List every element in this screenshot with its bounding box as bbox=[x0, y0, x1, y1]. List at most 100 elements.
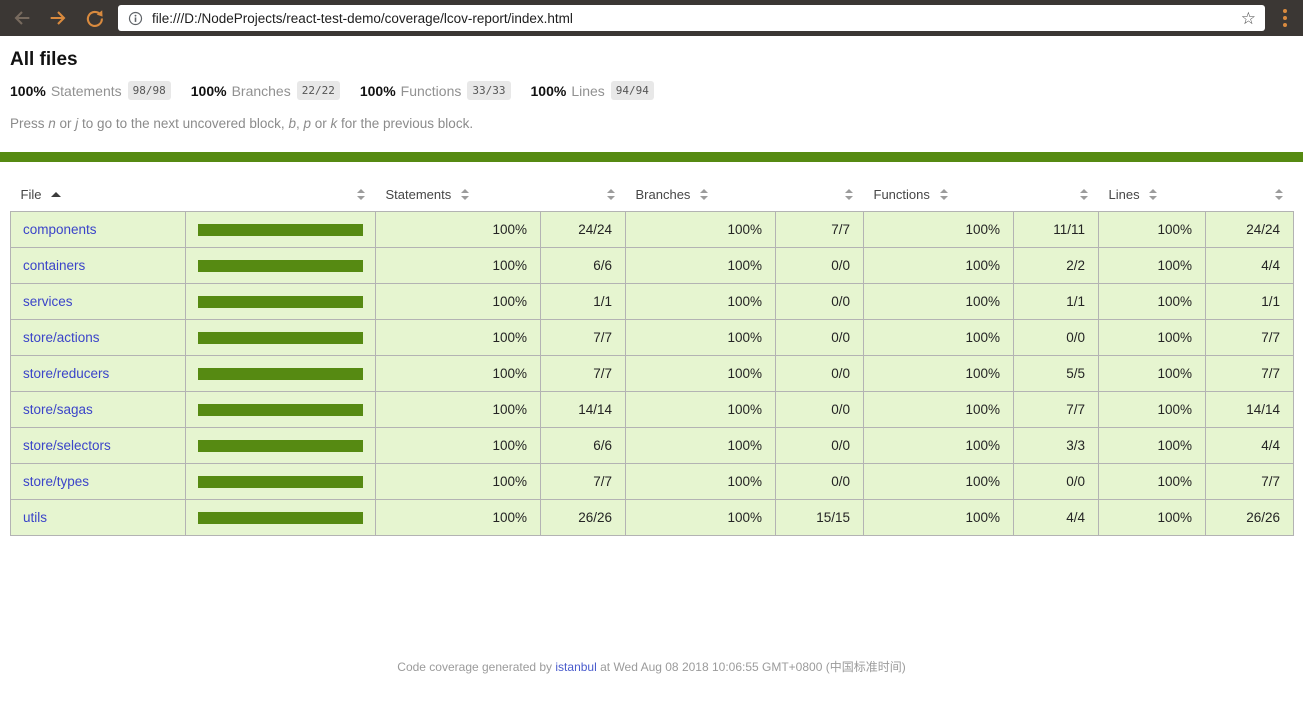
lines-pct: 100% bbox=[530, 82, 567, 99]
sort-icon bbox=[1149, 189, 1158, 200]
coverage-summary: 100% Statements 98/98 100% Branches 22/2… bbox=[10, 81, 1293, 100]
footer-suffix: at Wed Aug 08 2018 10:06:55 GMT+0800 (中国… bbox=[596, 660, 906, 674]
branches-abs-cell: 7/7 bbox=[775, 211, 864, 248]
header-branches[interactable]: Branches bbox=[625, 178, 776, 212]
coverage-table: File Statements Branches Functions Lines… bbox=[10, 178, 1294, 536]
sort-ascending-icon bbox=[51, 192, 62, 197]
functions-abs-cell: 11/11 bbox=[1013, 211, 1099, 248]
statements-abs-cell: 7/7 bbox=[540, 355, 626, 392]
branches-pct: 100% bbox=[190, 82, 227, 99]
table-row: store/sagas 100% 14/14 100% 0/0 100% 7/7… bbox=[10, 391, 1294, 428]
forward-arrow-icon bbox=[50, 11, 66, 25]
functions-label: Functions bbox=[400, 82, 462, 99]
file-link[interactable]: store/reducers bbox=[23, 366, 109, 381]
browser-menu-icon[interactable] bbox=[1277, 7, 1293, 29]
file-link[interactable]: store/selectors bbox=[23, 438, 111, 453]
functions-abs-cell: 2/2 bbox=[1013, 247, 1099, 284]
functions-pct: 100% bbox=[359, 82, 396, 99]
file-link[interactable]: utils bbox=[23, 510, 47, 525]
functions-pct-cell: 100% bbox=[863, 427, 1014, 464]
lines-abs-cell: 26/26 bbox=[1205, 499, 1294, 536]
branches-abs-cell: 0/0 bbox=[775, 391, 864, 428]
header-branches-abs[interactable] bbox=[775, 178, 864, 212]
statements-pct-cell: 100% bbox=[375, 427, 541, 464]
branches-pct-cell: 100% bbox=[625, 463, 776, 500]
lines-pct-cell: 100% bbox=[1098, 319, 1206, 356]
table-row: services 100% 1/1 100% 0/0 100% 1/1 100%… bbox=[10, 283, 1294, 320]
functions-abs-cell: 0/0 bbox=[1013, 463, 1099, 500]
lines-pct-cell: 100% bbox=[1098, 499, 1206, 536]
sort-icon bbox=[1079, 189, 1089, 200]
table-header-row: File Statements Branches Functions Lines bbox=[10, 178, 1294, 212]
branches-abs-cell: 15/15 bbox=[775, 499, 864, 536]
header-file[interactable]: File bbox=[10, 178, 186, 212]
functions-abs-cell: 0/0 bbox=[1013, 319, 1099, 356]
branches-pct-cell: 100% bbox=[625, 391, 776, 428]
summary-functions: 100% Functions 33/33 bbox=[360, 81, 511, 100]
reload-button[interactable] bbox=[82, 6, 106, 30]
functions-pct-cell: 100% bbox=[863, 355, 1014, 392]
header-lines-abs[interactable] bbox=[1205, 178, 1294, 212]
lines-pct-cell: 100% bbox=[1098, 355, 1206, 392]
table-row: containers 100% 6/6 100% 0/0 100% 2/2 10… bbox=[10, 247, 1294, 284]
header-functions[interactable]: Functions bbox=[863, 178, 1014, 212]
header-functions-abs[interactable] bbox=[1013, 178, 1099, 212]
lines-fraction: 94/94 bbox=[610, 81, 654, 100]
sort-icon bbox=[460, 189, 470, 200]
lines-abs-cell: 1/1 bbox=[1205, 283, 1294, 320]
sort-icon bbox=[700, 189, 709, 200]
file-link[interactable]: store/actions bbox=[23, 330, 100, 345]
address-bar[interactable]: file:///D:/NodeProjects/react-test-demo/… bbox=[118, 5, 1265, 31]
statements-abs-cell: 24/24 bbox=[540, 211, 626, 248]
lines-abs-cell: 24/24 bbox=[1205, 211, 1294, 248]
functions-abs-cell: 4/4 bbox=[1013, 499, 1099, 536]
coverage-bar bbox=[198, 259, 363, 272]
table-row: store/selectors 100% 6/6 100% 0/0 100% 3… bbox=[10, 427, 1294, 464]
forward-button[interactable] bbox=[46, 6, 70, 30]
statements-label: Statements bbox=[50, 82, 122, 99]
statements-abs-cell: 6/6 bbox=[540, 247, 626, 284]
branches-pct-cell: 100% bbox=[625, 355, 776, 392]
header-file-bar[interactable] bbox=[185, 178, 376, 212]
functions-fraction: 33/33 bbox=[467, 81, 511, 100]
header-statements[interactable]: Statements bbox=[375, 178, 541, 212]
file-link[interactable]: components bbox=[23, 222, 97, 237]
page-info-icon[interactable] bbox=[127, 10, 144, 27]
statements-abs-cell: 7/7 bbox=[540, 319, 626, 356]
lines-pct-cell: 100% bbox=[1098, 391, 1206, 428]
back-button[interactable] bbox=[10, 6, 34, 30]
header-lines[interactable]: Lines bbox=[1098, 178, 1206, 212]
footer-prefix: Code coverage generated by bbox=[397, 660, 556, 674]
lines-abs-cell: 7/7 bbox=[1205, 355, 1294, 392]
statements-pct-cell: 100% bbox=[375, 319, 541, 356]
coverage-bar bbox=[198, 475, 363, 488]
file-link[interactable]: store/types bbox=[23, 474, 89, 489]
branches-abs-cell: 0/0 bbox=[775, 427, 864, 464]
url-text: file:///D:/NodeProjects/react-test-demo/… bbox=[152, 10, 573, 26]
istanbul-link[interactable]: istanbul bbox=[555, 660, 596, 674]
branches-label: Branches bbox=[231, 82, 291, 99]
file-link[interactable]: store/sagas bbox=[23, 402, 93, 417]
statements-pct-cell: 100% bbox=[375, 211, 541, 248]
branches-pct-cell: 100% bbox=[625, 211, 776, 248]
functions-pct-cell: 100% bbox=[863, 391, 1014, 428]
lines-abs-cell: 4/4 bbox=[1205, 427, 1294, 464]
branches-abs-cell: 0/0 bbox=[775, 283, 864, 320]
branches-pct-cell: 100% bbox=[625, 247, 776, 284]
functions-pct-cell: 100% bbox=[863, 463, 1014, 500]
back-arrow-icon bbox=[14, 11, 30, 25]
file-link[interactable]: containers bbox=[23, 258, 85, 273]
header-statements-abs[interactable] bbox=[540, 178, 626, 212]
statements-pct: 100% bbox=[10, 82, 46, 99]
branches-pct-cell: 100% bbox=[625, 319, 776, 356]
bookmark-star-icon[interactable]: ☆ bbox=[1241, 10, 1256, 27]
statements-pct-cell: 100% bbox=[375, 283, 541, 320]
statements-pct-cell: 100% bbox=[375, 355, 541, 392]
file-link[interactable]: services bbox=[23, 294, 73, 309]
statements-pct-cell: 100% bbox=[375, 247, 541, 284]
summary-branches: 100% Branches 22/22 bbox=[191, 81, 340, 100]
lines-pct-cell: 100% bbox=[1098, 247, 1206, 284]
shortcut-instruction: Press n or j to go to the next uncovered… bbox=[10, 116, 474, 131]
branches-pct-cell: 100% bbox=[625, 427, 776, 464]
sort-icon bbox=[939, 189, 949, 200]
